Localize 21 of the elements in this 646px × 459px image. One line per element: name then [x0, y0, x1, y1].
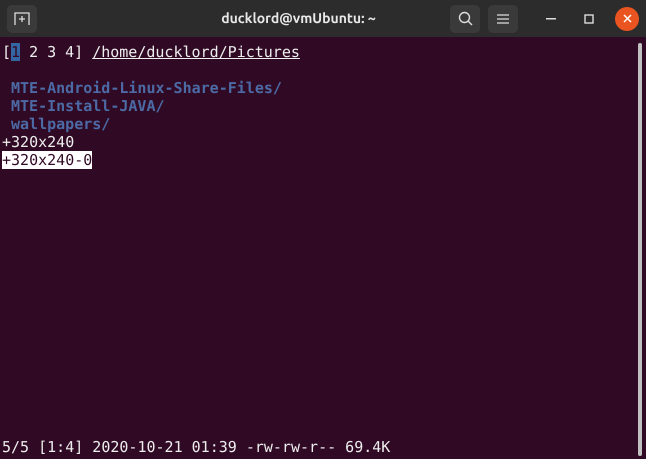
- tab[interactable]: 2: [29, 43, 38, 61]
- new-tab-button[interactable]: [7, 4, 37, 32]
- close-button[interactable]: [615, 6, 639, 30]
- tab[interactable]: 3: [47, 43, 56, 61]
- tab-bracket: ]: [74, 43, 84, 61]
- close-icon: [622, 14, 632, 23]
- file-entry[interactable]: +320x240-0: [2, 151, 92, 169]
- new-tab-icon: [14, 12, 30, 26]
- file-entry[interactable]: +320x240: [2, 133, 74, 151]
- tab-bracket: [: [2, 43, 12, 61]
- tab[interactable]: 4: [65, 43, 74, 61]
- menu-button[interactable]: [488, 4, 518, 32]
- status-line: 5/5 [1:4] 2020-10-21 01:39 -rw-rw-r-- 69.4K: [2, 438, 392, 456]
- menu-icon: [497, 14, 509, 24]
- window-title: ducklord@vmUbuntu: ~: [220, 9, 377, 28]
- search-icon: [458, 11, 472, 26]
- scrollbar[interactable]: [638, 43, 642, 456]
- search-button[interactable]: [450, 4, 480, 32]
- maximize-icon: [584, 14, 594, 24]
- current-path: /home/ducklord/Pictures: [92, 43, 300, 61]
- minimize-icon: [546, 18, 556, 20]
